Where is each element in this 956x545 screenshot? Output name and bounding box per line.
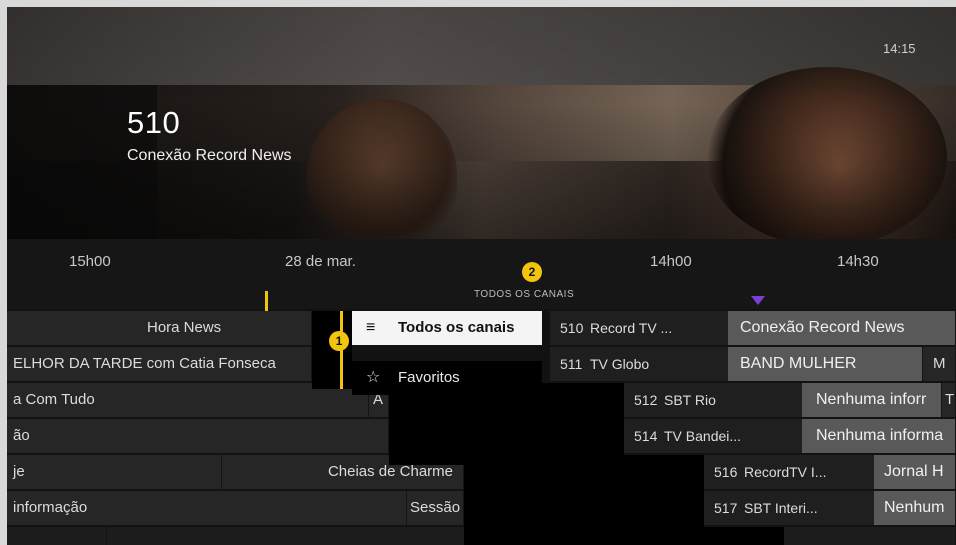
time-label: 14h00 [650,253,692,270]
step-badge-2: 2 [522,262,542,282]
menu-item-label: Favoritos [398,369,460,386]
program-cell[interactable]: Conexão Record News [728,311,956,345]
program-cell[interactable]: Nenhum [874,491,956,525]
channel-row-name: SBT Interi... [744,500,818,516]
channel-row-number: 512 [634,392,658,408]
date-label: 28 de mar. [285,253,356,270]
channel-name: Conexão Record News [127,147,292,164]
menu-item-all-channels[interactable]: ≡ Todos os canais [352,311,542,345]
menu-backdrop [624,455,704,545]
program-cell[interactable]: je [7,455,222,489]
program-cell[interactable]: Hora News [7,311,312,345]
clock: 14:15 [883,41,916,56]
menu-backdrop [544,383,624,545]
channel-row-name: Record TV ... [590,320,673,336]
overlay-label: TODOS OS CANAIS [474,289,575,300]
program-cell[interactable]: M [923,347,956,381]
menu-item-favorites[interactable]: ☆ Favoritos [352,361,542,395]
program-cell[interactable]: ão [7,419,389,453]
menu-backdrop [389,383,464,465]
channel-row-number: 514 [634,428,658,444]
tv-guide-screen: 14:15 510 Conexão Record News 15h00 28 d… [7,7,956,545]
channel-cell[interactable]: 517 SBT Interi... [704,491,874,525]
program-cell[interactable]: T [942,383,956,417]
channel-row-number: 511 [560,356,583,372]
menu-backdrop [312,311,352,389]
channel-number: 510 [127,105,181,140]
program-cell[interactable] [7,527,107,545]
step-badge-1: 1 [329,331,349,351]
channel-cell[interactable]: 511 TV Globo [550,347,728,381]
program-cell[interactable]: Nenhuma inforr [802,383,942,417]
program-cell[interactable]: Nenhuma informa [802,419,956,453]
now-marker-icon [751,296,765,305]
channel-cell[interactable]: 516 RecordTV I... [704,455,874,489]
program-cell[interactable]: Sessão [407,491,464,525]
program-cell[interactable]: informação [7,491,407,525]
menu-backdrop [464,383,544,545]
channel-row-number: 510 [560,320,584,336]
menu-backdrop [704,527,784,545]
channel-row-name: TV Globo [590,356,650,372]
star-icon: ☆ [366,369,381,386]
channel-row-name: SBT Rio [664,392,716,408]
time-label: 15h00 [69,253,111,270]
program-cell[interactable]: ELHOR DA TARDE com Catia Fonseca [7,347,312,381]
program-cell[interactable] [784,527,956,545]
channel-row-number: 516 [714,464,738,480]
menu-item-label: Todos os canais [398,319,515,336]
yellow-marker [265,291,268,311]
channel-row-name: RecordTV I... [744,464,827,480]
channel-row-number: 517 [714,500,738,516]
time-label: 14h30 [837,253,879,270]
channel-cell[interactable]: 510 Record TV ... [550,311,728,345]
program-cell[interactable]: BAND MULHER [728,347,923,381]
program-cell[interactable]: Jornal H [874,455,956,489]
channel-cell[interactable]: 512 SBT Rio [624,383,802,417]
channel-row-name: TV Bandei... [664,428,742,444]
list-icon: ≡ [366,319,376,336]
channel-cell[interactable]: 514 TV Bandei... [624,419,802,453]
